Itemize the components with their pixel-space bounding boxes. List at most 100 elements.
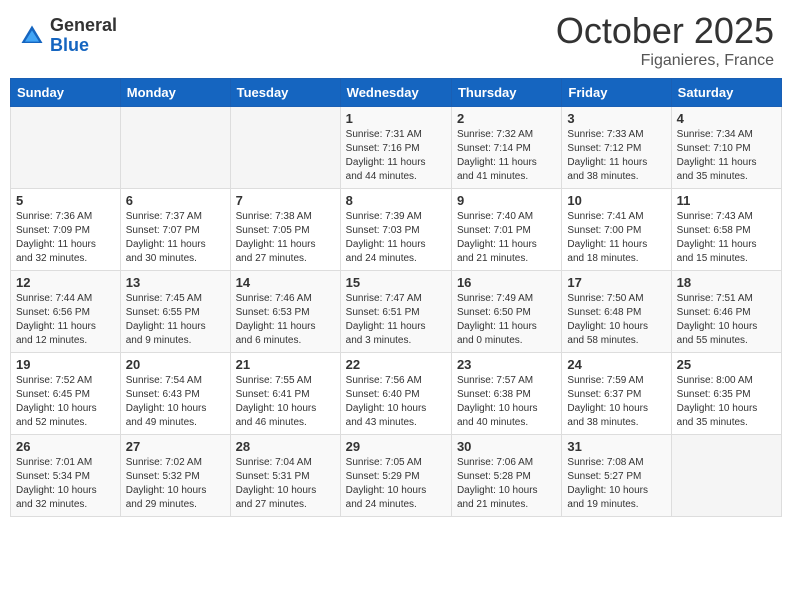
day-number: 3 (567, 111, 665, 126)
day-number: 9 (457, 193, 556, 208)
logo: General Blue (18, 16, 117, 56)
day-number: 24 (567, 357, 665, 372)
calendar-day-cell (11, 107, 121, 189)
day-info: Sunrise: 7:34 AM Sunset: 7:10 PM Dayligh… (677, 128, 776, 184)
day-info: Sunrise: 7:32 AM Sunset: 7:14 PM Dayligh… (457, 128, 556, 184)
day-info: Sunrise: 7:37 AM Sunset: 7:07 PM Dayligh… (126, 210, 225, 266)
day-number: 15 (346, 275, 446, 290)
day-number: 12 (16, 275, 115, 290)
day-of-week-header: Sunday (11, 79, 121, 107)
day-info: Sunrise: 7:52 AM Sunset: 6:45 PM Dayligh… (16, 374, 115, 430)
day-info: Sunrise: 7:50 AM Sunset: 6:48 PM Dayligh… (567, 292, 665, 348)
calendar-week-row: 12 Sunrise: 7:44 AM Sunset: 6:56 PM Dayli… (11, 271, 782, 353)
day-number: 10 (567, 193, 665, 208)
day-number: 2 (457, 111, 556, 126)
calendar-day-cell: 1 Sunrise: 7:31 AM Sunset: 7:16 PM Daylig… (340, 107, 451, 189)
calendar-day-cell: 29 Sunrise: 7:05 AM Sunset: 5:29 PM Dayli… (340, 435, 451, 517)
calendar-day-cell: 4 Sunrise: 7:34 AM Sunset: 7:10 PM Daylig… (671, 107, 781, 189)
calendar-day-cell: 23 Sunrise: 7:57 AM Sunset: 6:38 PM Dayli… (451, 353, 561, 435)
day-number: 5 (16, 193, 115, 208)
day-info: Sunrise: 7:40 AM Sunset: 7:01 PM Dayligh… (457, 210, 556, 266)
calendar-day-cell: 9 Sunrise: 7:40 AM Sunset: 7:01 PM Daylig… (451, 189, 561, 271)
day-number: 30 (457, 439, 556, 454)
day-info: Sunrise: 7:38 AM Sunset: 7:05 PM Dayligh… (236, 210, 335, 266)
day-number: 19 (16, 357, 115, 372)
day-info: Sunrise: 8:00 AM Sunset: 6:35 PM Dayligh… (677, 374, 776, 430)
calendar-day-cell: 18 Sunrise: 7:51 AM Sunset: 6:46 PM Dayli… (671, 271, 781, 353)
day-info: Sunrise: 7:39 AM Sunset: 7:03 PM Dayligh… (346, 210, 446, 266)
calendar-day-cell: 21 Sunrise: 7:55 AM Sunset: 6:41 PM Dayli… (230, 353, 340, 435)
day-info: Sunrise: 7:44 AM Sunset: 6:56 PM Dayligh… (16, 292, 115, 348)
day-number: 4 (677, 111, 776, 126)
day-number: 29 (346, 439, 446, 454)
calendar-day-cell: 31 Sunrise: 7:08 AM Sunset: 5:27 PM Dayli… (562, 435, 671, 517)
day-number: 1 (346, 111, 446, 126)
day-number: 11 (677, 193, 776, 208)
day-info: Sunrise: 7:41 AM Sunset: 7:00 PM Dayligh… (567, 210, 665, 266)
calendar-day-cell: 13 Sunrise: 7:45 AM Sunset: 6:55 PM Dayli… (120, 271, 230, 353)
day-number: 14 (236, 275, 335, 290)
calendar-day-cell: 10 Sunrise: 7:41 AM Sunset: 7:00 PM Dayli… (562, 189, 671, 271)
day-number: 8 (346, 193, 446, 208)
day-of-week-header: Thursday (451, 79, 561, 107)
calendar-day-cell: 6 Sunrise: 7:37 AM Sunset: 7:07 PM Daylig… (120, 189, 230, 271)
calendar-day-cell: 27Sunrise: 7:02 AM Sunset: 5:32 PM Dayli… (120, 435, 230, 517)
day-number: 13 (126, 275, 225, 290)
day-info: Sunrise: 7:05 AM Sunset: 5:29 PM Dayligh… (346, 456, 446, 512)
day-info: Sunrise: 7:59 AM Sunset: 6:37 PM Dayligh… (567, 374, 665, 430)
day-number: 18 (677, 275, 776, 290)
day-info: Sunrise: 7:45 AM Sunset: 6:55 PM Dayligh… (126, 292, 225, 348)
calendar-week-row: 1 Sunrise: 7:31 AM Sunset: 7:16 PM Daylig… (11, 107, 782, 189)
location-title: Figanieres, France (556, 52, 774, 70)
day-number: 27 (126, 439, 225, 454)
calendar-day-cell (120, 107, 230, 189)
calendar-day-cell: 5 Sunrise: 7:36 AM Sunset: 7:09 PM Daylig… (11, 189, 121, 271)
calendar-table: SundayMondayTuesdayWednesdayThursdayFrid… (10, 78, 782, 517)
logo-blue-text: Blue (50, 36, 117, 56)
day-info: Sunrise: 7:55 AM Sunset: 6:41 PM Dayligh… (236, 374, 335, 430)
day-number: 22 (346, 357, 446, 372)
calendar-day-cell (671, 435, 781, 517)
day-info: Sunrise: 7:47 AM Sunset: 6:51 PM Dayligh… (346, 292, 446, 348)
calendar-day-cell: 17Sunrise: 7:50 AM Sunset: 6:48 PM Dayli… (562, 271, 671, 353)
calendar-day-cell: 7 Sunrise: 7:38 AM Sunset: 7:05 PM Daylig… (230, 189, 340, 271)
day-number: 7 (236, 193, 335, 208)
calendar-day-cell: 14 Sunrise: 7:46 AM Sunset: 6:53 PM Dayli… (230, 271, 340, 353)
logo-icon (18, 22, 46, 50)
day-number: 21 (236, 357, 335, 372)
day-info: Sunrise: 7:57 AM Sunset: 6:38 PM Dayligh… (457, 374, 556, 430)
day-info: Sunrise: 7:08 AM Sunset: 5:27 PM Dayligh… (567, 456, 665, 512)
calendar-week-row: 5 Sunrise: 7:36 AM Sunset: 7:09 PM Daylig… (11, 189, 782, 271)
calendar-day-cell: 24 Sunrise: 7:59 AM Sunset: 6:37 PM Dayli… (562, 353, 671, 435)
day-of-week-header: Friday (562, 79, 671, 107)
month-title: October 2025 (556, 10, 774, 52)
calendar-day-cell: 8 Sunrise: 7:39 AM Sunset: 7:03 PM Daylig… (340, 189, 451, 271)
calendar-day-cell: 26 Sunrise: 7:01 AM Sunset: 5:34 PM Dayli… (11, 435, 121, 517)
day-info: Sunrise: 7:51 AM Sunset: 6:46 PM Dayligh… (677, 292, 776, 348)
calendar-day-cell: 3Sunrise: 7:33 AM Sunset: 7:12 PM Daylig… (562, 107, 671, 189)
calendar-day-cell: 25Sunrise: 8:00 AM Sunset: 6:35 PM Dayli… (671, 353, 781, 435)
day-number: 26 (16, 439, 115, 454)
day-info: Sunrise: 7:43 AM Sunset: 6:58 PM Dayligh… (677, 210, 776, 266)
day-info: Sunrise: 7:54 AM Sunset: 6:43 PM Dayligh… (126, 374, 225, 430)
day-info: Sunrise: 7:36 AM Sunset: 7:09 PM Dayligh… (16, 210, 115, 266)
page-header: General Blue October 2025 Figanieres, Fr… (10, 10, 782, 70)
day-number: 6 (126, 193, 225, 208)
logo-general-text: General (50, 16, 117, 36)
day-info: Sunrise: 7:49 AM Sunset: 6:50 PM Dayligh… (457, 292, 556, 348)
day-number: 20 (126, 357, 225, 372)
day-info: Sunrise: 7:46 AM Sunset: 6:53 PM Dayligh… (236, 292, 335, 348)
calendar-day-cell (230, 107, 340, 189)
calendar-day-cell: 20 Sunrise: 7:54 AM Sunset: 6:43 PM Dayli… (120, 353, 230, 435)
calendar-day-cell: 19 Sunrise: 7:52 AM Sunset: 6:45 PM Dayli… (11, 353, 121, 435)
calendar-week-row: 26 Sunrise: 7:01 AM Sunset: 5:34 PM Dayli… (11, 435, 782, 517)
calendar-day-cell: 28Sunrise: 7:04 AM Sunset: 5:31 PM Dayli… (230, 435, 340, 517)
day-number: 31 (567, 439, 665, 454)
day-info: Sunrise: 7:01 AM Sunset: 5:34 PM Dayligh… (16, 456, 115, 512)
day-info: Sunrise: 7:04 AM Sunset: 5:31 PM Dayligh… (236, 456, 335, 512)
day-number: 23 (457, 357, 556, 372)
day-info: Sunrise: 7:31 AM Sunset: 7:16 PM Dayligh… (346, 128, 446, 184)
calendar-header-row: SundayMondayTuesdayWednesdayThursdayFrid… (11, 79, 782, 107)
calendar-day-cell: 2 Sunrise: 7:32 AM Sunset: 7:14 PM Daylig… (451, 107, 561, 189)
calendar-day-cell: 12 Sunrise: 7:44 AM Sunset: 6:56 PM Dayli… (11, 271, 121, 353)
